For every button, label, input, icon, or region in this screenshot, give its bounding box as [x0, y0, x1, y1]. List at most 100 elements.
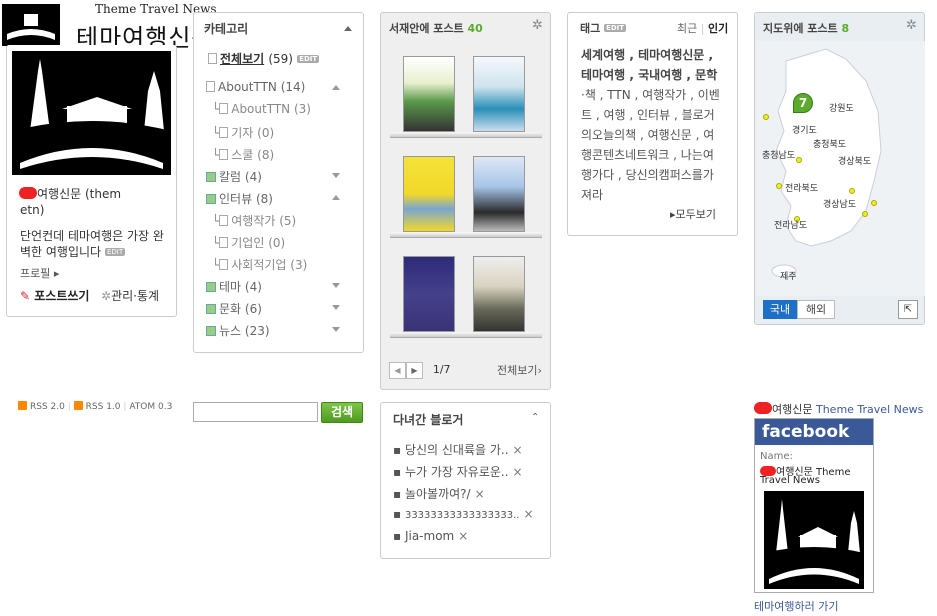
- image-icon: [206, 304, 216, 314]
- region-label: 충청북도: [813, 140, 847, 150]
- category-item[interactable]: 칼럼 (4): [206, 168, 262, 185]
- category-subitem[interactable]: └ 사회적기업 (3): [212, 256, 307, 273]
- category-subitem[interactable]: └ 기자 (0): [212, 124, 274, 141]
- prev-button[interactable]: ◀: [389, 362, 406, 379]
- gear-icon[interactable]: ✲: [532, 18, 543, 33]
- book-cover[interactable]: [473, 256, 525, 332]
- visitor-item[interactable]: ▪ 당신의 신대륙을 가.. ×: [393, 441, 523, 458]
- tag-title-text: 태그: [580, 22, 601, 35]
- category-item[interactable]: 인터뷰 (8): [206, 190, 273, 207]
- profile-image[interactable]: [12, 51, 171, 175]
- visitor-item[interactable]: ▪ 누가 가장 자유로운.. ×: [393, 463, 523, 480]
- search-input[interactable]: [193, 402, 318, 422]
- file-icon: [219, 127, 229, 138]
- edit-badge[interactable]: EDIT: [104, 248, 126, 256]
- collapse-icon[interactable]: [332, 85, 340, 90]
- atom-link[interactable]: ATOM 0.3: [129, 402, 172, 412]
- visitor-item[interactable]: ▪ Jia-mom ×: [393, 529, 468, 543]
- book-cover[interactable]: [473, 156, 525, 232]
- sort-popular[interactable]: 인기: [708, 22, 728, 35]
- collapse-icon[interactable]: [332, 195, 340, 200]
- expand-icon[interactable]: [332, 173, 340, 178]
- book-cover[interactable]: [403, 256, 455, 332]
- book-cover[interactable]: [403, 56, 455, 132]
- category-subitem[interactable]: └ 스쿨 (8): [212, 146, 274, 163]
- facebook-header[interactable]: 여행신문 Theme Travel News: [754, 401, 923, 417]
- category-title: 카테고리: [204, 22, 249, 36]
- book-cover[interactable]: [403, 156, 455, 232]
- tag-line[interactable]: 행콘텐츠네트워크 , 나는여: [581, 146, 714, 163]
- profile-link[interactable]: 프로필 ▸: [20, 265, 59, 281]
- visitor-item[interactable]: ▪ 33333333333333333.. ×: [393, 507, 534, 521]
- tag-line[interactable]: 테마여행 , 국내여행 , 문학: [581, 66, 717, 83]
- tag-line[interactable]: ·책 , TTN , 여행작가 , 이벤: [581, 86, 720, 103]
- map-marker[interactable]: [763, 114, 769, 120]
- category-all[interactable]: 전체보기 (59) EDIT: [208, 50, 320, 67]
- next-button[interactable]: ▶: [406, 362, 423, 379]
- sort-recent[interactable]: 최근: [677, 22, 697, 35]
- category-item[interactable]: 뉴스 (23): [206, 322, 270, 339]
- category-label: 스쿨: [231, 148, 254, 162]
- shelf: [390, 132, 542, 138]
- rss2-link[interactable]: RSS 2.0: [18, 401, 65, 412]
- category-item[interactable]: 테마 (4): [206, 278, 262, 295]
- overseas-tab[interactable]: 해외: [797, 300, 835, 319]
- tag-line[interactable]: 의오늘의책 , 여행신문 , 여: [581, 126, 714, 143]
- expand-map-icon[interactable]: ⇱: [898, 300, 918, 319]
- expand-icon[interactable]: [332, 283, 340, 288]
- category-label: AboutTTN: [231, 102, 291, 116]
- map-marker[interactable]: [849, 188, 855, 194]
- bookshelf-panel: 서재안에 포스트 40 ✲ ◀ ▶ 1/7 전체보기›: [380, 12, 551, 390]
- close-icon[interactable]: ×: [513, 465, 523, 479]
- manage-button[interactable]: ✲관리·통계: [101, 287, 159, 304]
- gear-icon[interactable]: ✲: [906, 18, 917, 33]
- map-marker[interactable]: [862, 211, 868, 217]
- fb-profile-image[interactable]: [764, 491, 864, 589]
- close-icon[interactable]: ×: [458, 529, 468, 543]
- visitor-item[interactable]: ▪ 놀아볼까여?/×: [393, 485, 485, 502]
- region-label: 경상남도: [823, 200, 857, 210]
- close-icon[interactable]: ×: [475, 487, 485, 501]
- region-label: 강원도: [829, 104, 854, 114]
- region-label: 제주: [780, 272, 797, 282]
- category-label: 기자: [231, 126, 254, 140]
- chevron-up-icon[interactable]: ⌃: [531, 412, 539, 423]
- region-label: 경상북도: [838, 157, 872, 167]
- tag-line[interactable]: 세계여행 , 테마여행신문 ,: [581, 46, 713, 63]
- tag-view-all[interactable]: ▸모두보기: [670, 206, 716, 222]
- tag-line[interactable]: 져라: [581, 186, 603, 203]
- category-subitem[interactable]: └ 기업인 (0): [212, 234, 285, 251]
- close-icon[interactable]: ×: [513, 443, 523, 457]
- category-count: (8): [257, 148, 275, 162]
- map-marker[interactable]: [796, 157, 802, 163]
- close-icon[interactable]: ×: [523, 507, 533, 521]
- post-write-button[interactable]: ✎ 포스트쓰기: [20, 287, 89, 304]
- edit-badge[interactable]: EDIT: [604, 24, 627, 32]
- category-subitem[interactable]: └ 여행작가 (5): [212, 212, 296, 229]
- tag-line[interactable]: 트 , 여행 , 인터뷰 , 블로거: [581, 106, 715, 123]
- rss1-link[interactable]: RSS 1.0: [73, 401, 121, 412]
- edit-badge[interactable]: EDIT: [297, 55, 320, 63]
- rss-links: RSS 2.0 | RSS 1.0 | ATOM 0.3: [18, 401, 172, 412]
- category-subitem[interactable]: └ AboutTTN (3): [212, 102, 311, 116]
- rss-icon: [73, 401, 83, 410]
- map-pin[interactable]: 7: [793, 93, 813, 113]
- expand-icon[interactable]: [332, 327, 340, 332]
- category-item[interactable]: 문화 (6): [206, 300, 262, 317]
- facebook-logo[interactable]: facebook: [755, 419, 873, 445]
- bookshelf-view-all[interactable]: 전체보기›: [497, 362, 542, 378]
- sort-separator: |: [700, 22, 705, 35]
- fb-footer-link[interactable]: 테마여행하러 가기: [754, 598, 838, 614]
- profile-name[interactable]: 여행신문 (them: [19, 185, 121, 202]
- search-button[interactable]: 검색: [321, 402, 363, 423]
- korea-map[interactable]: 7 강원도 경기도 충청북도 충청남도 경상북도 전라북도 경상남도 전라남도 …: [756, 41, 925, 296]
- category-item[interactable]: AboutTTN (14): [206, 80, 305, 94]
- expand-icon[interactable]: [332, 305, 340, 310]
- domestic-tab[interactable]: 국내: [763, 300, 797, 319]
- tag-line[interactable]: 행가다 , 당신의캠퍼스를가: [581, 166, 714, 183]
- pager: ◀ ▶ 1/7: [389, 362, 451, 379]
- map-marker[interactable]: [776, 183, 782, 189]
- book-cover[interactable]: [473, 56, 525, 132]
- map-marker[interactable]: [871, 200, 877, 206]
- collapse-icon[interactable]: [344, 26, 352, 31]
